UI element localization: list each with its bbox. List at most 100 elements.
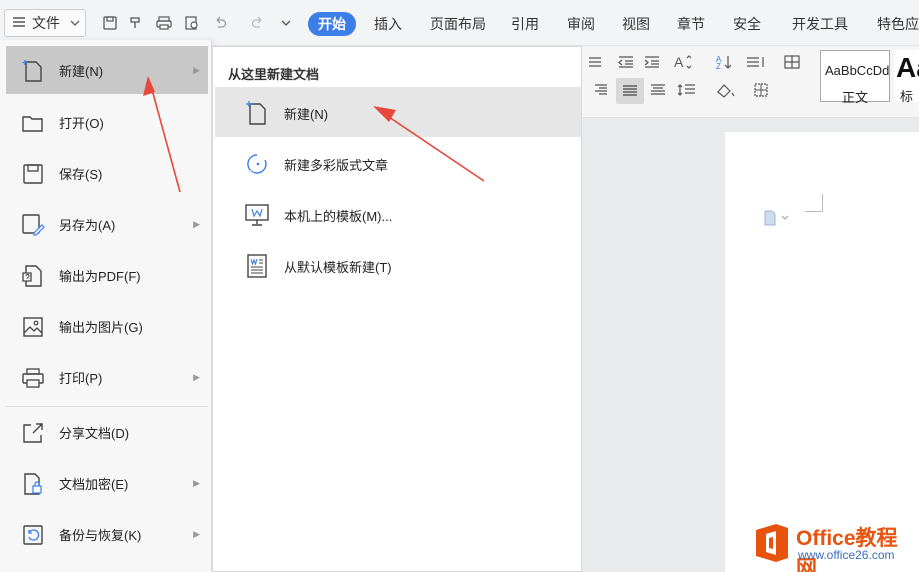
save-as-icon (20, 212, 46, 238)
menu-item-print[interactable]: 打印(P) ▶ (6, 353, 208, 401)
increase-indent-icon[interactable] (640, 52, 664, 72)
print-preview-icon[interactable] (182, 13, 202, 33)
align-right-icon[interactable] (588, 80, 612, 100)
menu-item-label: 新建(N) (59, 63, 104, 79)
menu-item-export-pdf[interactable]: 输出为PDF(F) (6, 251, 208, 299)
menu-item-backup[interactable]: 备份与恢复(K) ▶ (6, 510, 208, 558)
tab-start[interactable]: 开始 (308, 12, 356, 36)
new-doc-icon (20, 58, 46, 84)
style-heading-sample: Aa (896, 52, 919, 83)
site-watermark: Office教程网 www.office26.com (752, 520, 917, 572)
borders-icon[interactable] (752, 80, 776, 100)
menu-item-open[interactable]: 打开(O) (6, 98, 208, 146)
line-spacing-icon[interactable] (744, 52, 768, 72)
submenu-arrow-icon: ▶ (193, 64, 200, 75)
submenu-item-local-template[interactable]: 本机上的模板(M)... (215, 189, 581, 239)
menu-item-encrypt[interactable]: 文档加密(E) ▶ (6, 459, 208, 507)
tab-references[interactable]: 引用 (511, 14, 539, 34)
font-size-icon[interactable]: A (672, 52, 696, 72)
submenu-arrow-icon: ▶ (193, 477, 200, 488)
pdf-icon (20, 263, 46, 289)
submenu-title: 从这里新建文档 (228, 67, 320, 82)
style-normal-tile[interactable]: AaBbCcDd 正文 (820, 50, 890, 105)
submenu-arrow-icon: ▶ (193, 371, 200, 382)
print-icon (20, 365, 46, 391)
style-normal-name: 正文 (841, 90, 868, 105)
menu-item-export-image[interactable]: 输出为图片(G) (6, 302, 208, 350)
menu-item-label: 保存(S) (59, 166, 103, 182)
margin-corner-mark (805, 194, 823, 212)
folder-icon (20, 110, 46, 136)
menu-item-save[interactable]: 保存(S) (6, 149, 208, 197)
tab-view[interactable]: 视图 (622, 14, 650, 34)
submenu-item-label: 新建(N) (284, 107, 329, 122)
show-hide-icon[interactable] (780, 52, 804, 72)
menu-item-label: 备份与恢复(K) (59, 527, 142, 543)
lock-doc-icon (20, 471, 46, 497)
tab-insert[interactable]: 插入 (374, 14, 402, 34)
svg-text:Z: Z (716, 62, 721, 70)
submenu-arrow-icon: ▶ (193, 528, 200, 539)
menu-item-label: 分享文档(D) (59, 425, 130, 441)
backup-icon (20, 522, 46, 548)
decrease-indent-icon[interactable] (614, 52, 638, 72)
submenu-item-default-template[interactable]: 从默认模板新建(T) (215, 240, 581, 290)
file-menu-label: 文件 (32, 15, 60, 31)
share-icon (20, 420, 46, 446)
svg-text:A: A (674, 54, 684, 70)
style-heading-tile[interactable]: Aa 标 (894, 50, 919, 102)
tab-page-layout[interactable]: 页面布局 (430, 14, 486, 34)
submenu-item-label: 新建多彩版式文章 (284, 158, 389, 173)
colorful-article-icon (243, 150, 271, 178)
menu-divider (6, 406, 208, 407)
file-menu-button[interactable]: 文件 (4, 9, 86, 37)
menu-item-label: 另存为(A) (59, 217, 116, 233)
sort-icon[interactable]: AZ (712, 52, 736, 72)
default-template-icon (243, 252, 271, 280)
file-menu-panel: 新建(N) ▶ 打开(O) 保存(S) 另存为(A) ▶ 输出为PDF(F) 输… (0, 40, 212, 572)
tab-developer[interactable]: 开发工具 (792, 14, 848, 34)
menu-item-share[interactable]: 分享文档(D) (6, 408, 208, 456)
menu-item-new[interactable]: 新建(N) ▶ (6, 46, 208, 94)
shading-icon[interactable] (714, 80, 738, 100)
document-page[interactable] (725, 132, 919, 572)
submenu-item-new[interactable]: 新建(N) (215, 87, 581, 137)
chevron-down-icon (69, 16, 81, 31)
image-icon (20, 314, 46, 340)
menu-item-label: 文档加密(E) (59, 476, 129, 492)
format-painter-icon[interactable] (125, 13, 145, 33)
menu-item-label: 打开(O) (59, 115, 104, 131)
submenu-item-label: 从默认模板新建(T) (284, 260, 392, 275)
tab-security[interactable]: 安全 (733, 14, 761, 34)
new-doc-icon (243, 99, 271, 127)
submenu-item-colorful-article[interactable]: 新建多彩版式文章 (215, 138, 581, 188)
ribbon-panel: A AZ AaBbCcDd 正文 Aa 标 (582, 46, 919, 118)
print-icon[interactable] (154, 13, 174, 33)
tab-review[interactable]: 审阅 (567, 14, 595, 34)
new-submenu-panel: 从这里新建文档 新建(N) 新建多彩版式文章 本机上的模板(M)... 从默认模… (212, 46, 582, 572)
tab-chapter[interactable]: 章节 (677, 14, 705, 34)
style-heading-name: 标 (900, 89, 914, 102)
menu-item-label: 输出为PDF(F) (59, 268, 141, 284)
undo-icon[interactable] (210, 13, 230, 33)
menu-item-save-as[interactable]: 另存为(A) ▶ (6, 200, 208, 248)
paragraph-spacing-icon[interactable] (676, 80, 700, 100)
watermark-title: Office教程网 (796, 527, 898, 572)
submenu-item-label: 本机上的模板(M)... (284, 209, 393, 224)
customize-dropdown-icon[interactable] (276, 13, 296, 33)
submenu-arrow-icon: ▶ (193, 218, 200, 229)
menu-item-label: 打印(P) (59, 370, 103, 386)
local-template-icon (243, 201, 271, 229)
save-icon[interactable] (100, 13, 120, 33)
bullet-list-icon[interactable] (582, 52, 606, 72)
justify-icon[interactable] (616, 78, 644, 104)
style-normal-sample: AaBbCcDd (825, 63, 890, 78)
paragraph-layout-icon[interactable] (763, 210, 789, 226)
watermark-url: www.office26.com (798, 548, 895, 562)
redo-icon[interactable] (248, 13, 268, 33)
distribute-icon[interactable] (646, 80, 670, 100)
save-icon (20, 161, 46, 187)
tab-features[interactable]: 特色应 (877, 14, 919, 34)
menu-item-label: 输出为图片(G) (59, 319, 143, 335)
document-canvas (582, 118, 919, 572)
